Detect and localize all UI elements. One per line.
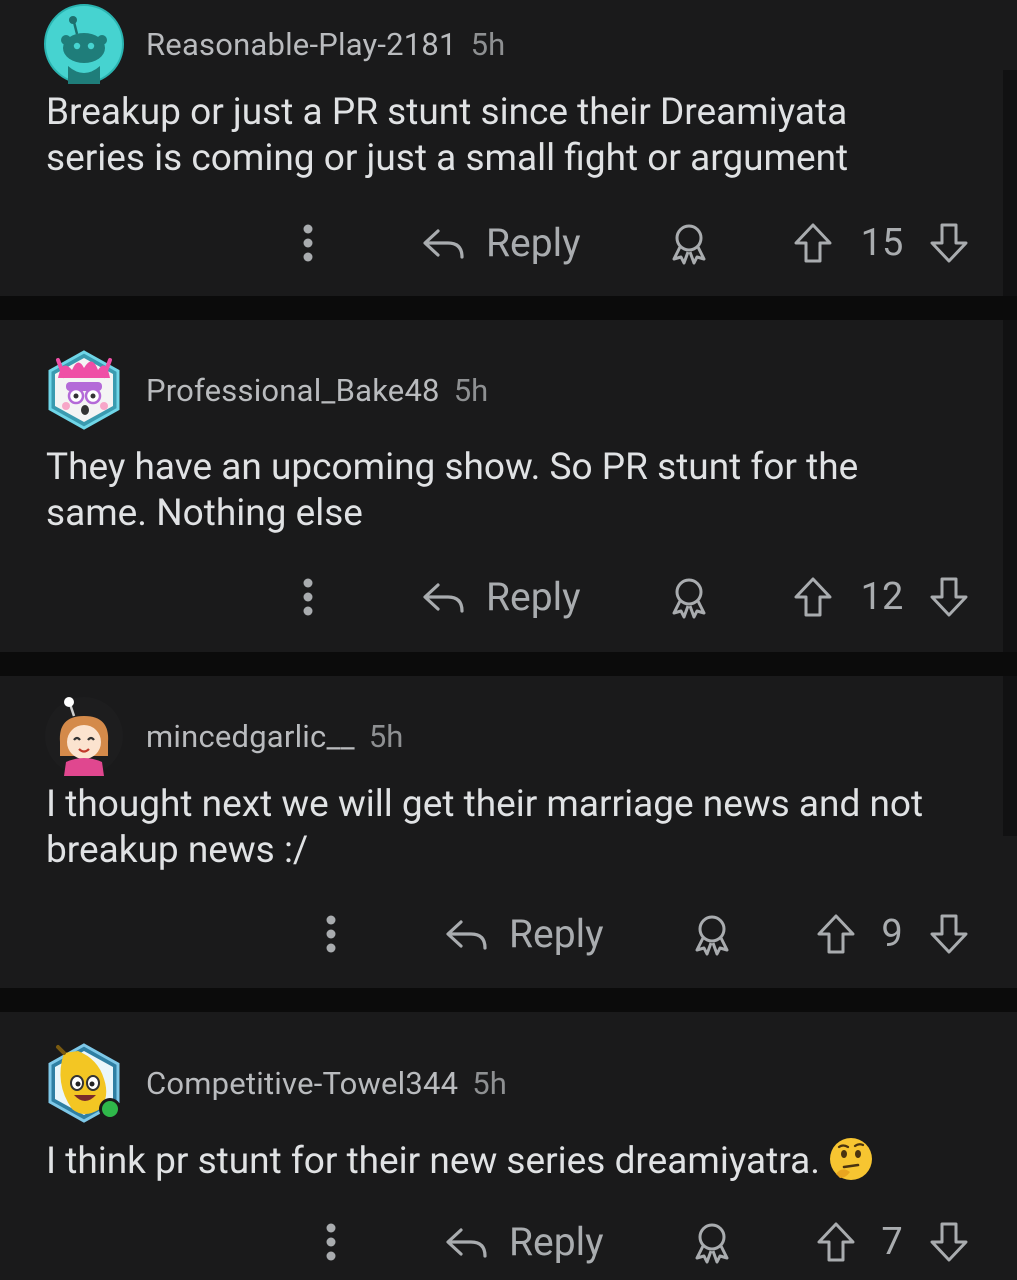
comment-header: Competitive-Towel344 5h (44, 1043, 507, 1123)
scroll-track (1003, 676, 1017, 836)
comment-header: Reasonable-Play-2181 5h (44, 4, 505, 84)
comment-body: They have an upcoming show. So PR stunt … (46, 446, 859, 535)
reply-label: Reply (509, 911, 604, 957)
award-button[interactable] (687, 904, 737, 964)
comment-body: Breakup or just a PR stunt since their D… (46, 91, 849, 180)
vote-score: 9 (881, 912, 903, 956)
more-vertical-icon (303, 224, 313, 262)
comment-card: Reasonable-Play-2181 5h Breakup or just … (0, 0, 1017, 296)
award-button[interactable] (687, 1212, 737, 1272)
reply-arrow-icon (446, 1228, 487, 1258)
avatar[interactable] (44, 1043, 124, 1123)
comment-card: Professional_Bake48 5h They have an upco… (0, 320, 1017, 652)
avatar[interactable] (44, 696, 124, 776)
comment-header: Professional_Bake48 5h (44, 350, 488, 430)
thinking-face-emoji-icon (828, 1136, 874, 1182)
downvote-arrow-icon (930, 1222, 968, 1262)
comment-text: I think pr stunt for their new series dr… (46, 1140, 820, 1183)
username[interactable]: mincedgarlic__ (146, 718, 355, 755)
snoo-avatar-icon (44, 4, 124, 84)
timestamp: 5h (470, 25, 506, 63)
reply-button[interactable]: Reply (443, 904, 623, 964)
award-icon (695, 1223, 729, 1264)
downvote-button[interactable] (924, 904, 974, 964)
upvote-button[interactable] (788, 213, 838, 273)
downvote-button[interactable] (924, 213, 974, 273)
username[interactable]: Professional_Bake48 (146, 372, 440, 409)
upvote-button[interactable] (811, 904, 861, 964)
upvote-arrow-icon (794, 577, 832, 617)
downvote-button[interactable] (924, 1212, 974, 1272)
upvote-arrow-icon (817, 1222, 855, 1262)
upvote-arrow-icon (794, 223, 832, 263)
monster-avatar-icon (48, 350, 120, 430)
downvote-arrow-icon (930, 914, 968, 954)
avatar[interactable] (44, 4, 124, 84)
more-options-button[interactable] (288, 567, 328, 627)
award-icon (672, 578, 706, 619)
award-icon (695, 915, 729, 956)
reply-label: Reply (486, 220, 581, 266)
reply-arrow-icon (423, 583, 464, 613)
reply-button[interactable]: Reply (420, 567, 600, 627)
reply-arrow-icon (446, 920, 487, 950)
username[interactable]: Reasonable-Play-2181 (146, 26, 457, 63)
reply-button[interactable]: Reply (443, 1212, 623, 1272)
comment-actions: Reply 15 (0, 213, 1017, 273)
vote-score: 7 (881, 1220, 903, 1264)
comment-header: mincedgarlic__ 5h (44, 696, 403, 776)
comment-actions: Reply 9 (0, 904, 1017, 964)
online-status-icon (99, 1098, 121, 1120)
award-icon (672, 224, 706, 265)
upvote-button[interactable] (811, 1212, 861, 1272)
more-vertical-icon (326, 1223, 336, 1261)
upvote-arrow-icon (817, 914, 855, 954)
comment-card: Competitive-Towel344 5h I think pr stunt… (0, 1012, 1017, 1280)
vote-score: 15 (860, 221, 904, 265)
timestamp: 5h (368, 717, 404, 755)
avatar[interactable] (44, 350, 124, 430)
username[interactable]: Competitive-Towel344 (146, 1065, 458, 1102)
more-vertical-icon (303, 578, 313, 616)
reply-button[interactable]: Reply (420, 213, 600, 273)
downvote-button[interactable] (924, 567, 974, 627)
reply-arrow-icon (423, 229, 464, 259)
timestamp: 5h (453, 371, 489, 409)
award-button[interactable] (664, 567, 714, 627)
more-options-button[interactable] (288, 213, 328, 273)
timestamp: 5h (472, 1064, 507, 1102)
vote-score: 12 (860, 575, 904, 619)
award-button[interactable] (664, 213, 714, 273)
cartoon-girl-avatar-icon (45, 697, 123, 776)
reply-label: Reply (509, 1219, 604, 1265)
reply-label: Reply (486, 574, 581, 620)
downvote-arrow-icon (930, 577, 968, 617)
comment-actions: Reply 7 (0, 1212, 1017, 1272)
more-options-button[interactable] (311, 1212, 351, 1272)
upvote-button[interactable] (788, 567, 838, 627)
more-options-button[interactable] (311, 904, 351, 964)
downvote-arrow-icon (930, 223, 968, 263)
comment-body: I think pr stunt for their new series dr… (46, 1136, 986, 1185)
comment-body: I thought next we will get their marriag… (46, 783, 924, 872)
more-vertical-icon (326, 915, 336, 953)
comment-card: mincedgarlic__ 5h I thought next we will… (0, 676, 1017, 988)
comment-actions: Reply 12 (0, 567, 1017, 627)
